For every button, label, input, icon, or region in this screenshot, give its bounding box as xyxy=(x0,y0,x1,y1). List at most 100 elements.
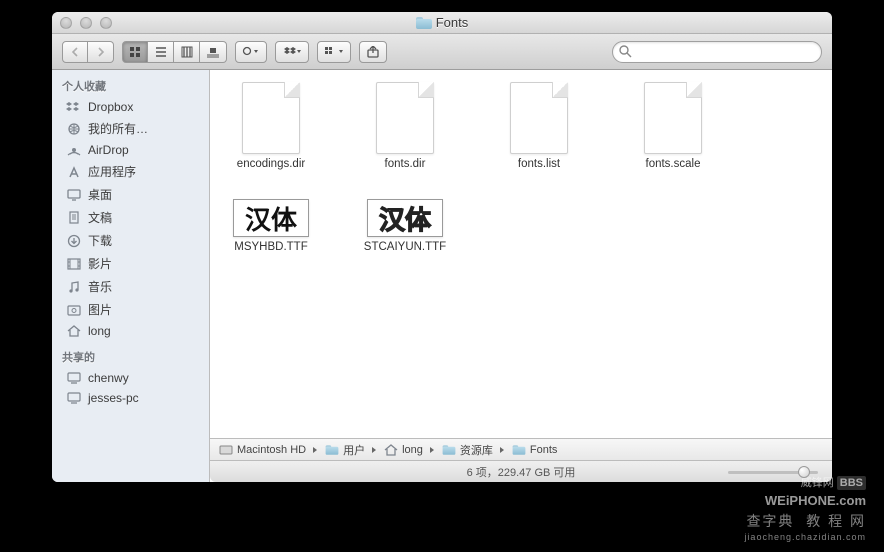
sidebar-item-影片[interactable]: 影片 xyxy=(52,252,209,275)
chevron-right-icon xyxy=(311,446,319,454)
sidebar-item-我的所有…[interactable]: 我的所有… xyxy=(52,117,209,140)
search-icon xyxy=(619,45,632,58)
sidebar-item-label: 应用程序 xyxy=(88,163,136,180)
sidebar-item-label: 音乐 xyxy=(88,278,112,295)
window-title: Fonts xyxy=(416,15,469,30)
breadcrumb-item[interactable]: 资源库 xyxy=(441,442,493,458)
file-grid[interactable]: encodings.dir fonts.dir fonts.list fonts.sc… xyxy=(210,70,832,438)
icon-view-button[interactable] xyxy=(122,41,148,63)
breadcrumb-label: 用户 xyxy=(343,442,365,458)
breadcrumb-label: Macintosh HD xyxy=(237,444,306,456)
sidebar-item-airdrop[interactable]: AirDrop xyxy=(52,140,209,160)
file-item[interactable]: 汉体 STCAIYUN.TTF xyxy=(360,199,450,254)
file-label: fonts.list xyxy=(518,158,560,171)
sidebar-header-favorites: 个人收藏 xyxy=(52,70,209,97)
sidebar-item-应用程序[interactable]: 应用程序 xyxy=(52,160,209,183)
file-label: fonts.dir xyxy=(385,158,426,171)
coverflow-view-button[interactable] xyxy=(200,41,227,63)
column-view-button[interactable] xyxy=(174,41,200,63)
sidebar-header-shared: 共享的 xyxy=(52,341,209,368)
sidebar-item-label: chenwy xyxy=(88,371,129,385)
home-icon xyxy=(66,324,82,338)
file-item[interactable]: fonts.list xyxy=(494,82,584,171)
file-label: MSYHBD.TTF xyxy=(234,241,307,254)
folder-icon xyxy=(416,17,432,29)
watermark-weifeng: 威锋网 BBS WEiPHONE.com xyxy=(765,476,866,510)
sidebar-item-label: 文稿 xyxy=(88,209,112,226)
breadcrumb-item[interactable]: Fonts xyxy=(511,443,558,457)
file-item[interactable]: fonts.scale xyxy=(628,82,718,171)
sidebar-item-label: 图片 xyxy=(88,301,112,318)
movies-icon xyxy=(66,257,82,271)
docs-icon xyxy=(66,211,82,225)
sidebar-item-音乐[interactable]: 音乐 xyxy=(52,275,209,298)
finder-window: Fonts 个人收藏 Dropbox 我的所有… AirDrop 应用程序桌面文稿下载… xyxy=(52,12,832,482)
document-icon xyxy=(510,82,568,154)
font-icon: 汉体 xyxy=(367,199,443,237)
back-button[interactable] xyxy=(62,41,88,63)
download-icon xyxy=(66,234,82,248)
document-icon xyxy=(376,82,434,154)
nav-buttons xyxy=(62,41,114,63)
minimize-button[interactable] xyxy=(80,17,92,29)
pc-icon xyxy=(66,371,82,385)
sidebar-item-下载[interactable]: 下载 xyxy=(52,229,209,252)
breadcrumb-item[interactable]: long xyxy=(383,443,423,457)
folder-icon xyxy=(324,443,340,457)
sidebar-item-chenwy[interactable]: chenwy xyxy=(52,368,209,388)
zoom-button[interactable] xyxy=(100,17,112,29)
sidebar-item-桌面[interactable]: 桌面 xyxy=(52,183,209,206)
sidebar-item-label: 下载 xyxy=(88,232,112,249)
breadcrumb-label: long xyxy=(402,444,423,456)
window-title-text: Fonts xyxy=(436,15,469,30)
breadcrumb-label: Fonts xyxy=(530,444,558,456)
music-icon xyxy=(66,280,82,294)
list-view-button[interactable] xyxy=(148,41,174,63)
sidebar-item-jesses-pc[interactable]: jesses-pc xyxy=(52,388,209,408)
airdrop-icon xyxy=(66,143,82,157)
apps-icon xyxy=(66,165,82,179)
file-item[interactable]: encodings.dir xyxy=(226,82,316,171)
sidebar-item-文稿[interactable]: 文稿 xyxy=(52,206,209,229)
home-icon xyxy=(383,443,399,457)
sidebar-item-label: jesses-pc xyxy=(88,391,139,405)
titlebar: Fonts xyxy=(52,12,832,34)
document-icon xyxy=(242,82,300,154)
sidebar-item-label: AirDrop xyxy=(88,143,129,157)
dropbox-menu-button[interactable] xyxy=(275,41,309,63)
arrange-menu-button[interactable] xyxy=(317,41,351,63)
pictures-icon xyxy=(66,303,82,317)
network-icon xyxy=(66,122,82,136)
desktop-icon xyxy=(66,188,82,202)
sidebar-item-label: 影片 xyxy=(88,255,112,272)
close-button[interactable] xyxy=(60,17,72,29)
content-area: encodings.dir fonts.dir fonts.list fonts.sc… xyxy=(210,70,832,482)
forward-button[interactable] xyxy=(88,41,114,63)
sidebar-item-label: 我的所有… xyxy=(88,120,148,137)
sidebar-item-label: long xyxy=(88,324,111,338)
sidebar-item-long[interactable]: long xyxy=(52,321,209,341)
document-icon xyxy=(644,82,702,154)
pc-icon xyxy=(66,391,82,405)
folder-icon xyxy=(511,443,527,457)
file-label: STCAIYUN.TTF xyxy=(364,241,446,254)
font-icon: 汉体 xyxy=(233,199,309,237)
file-item[interactable]: fonts.dir xyxy=(360,82,450,171)
dropbox-icon xyxy=(66,100,82,114)
sidebar-item-图片[interactable]: 图片 xyxy=(52,298,209,321)
sidebar-item-dropbox[interactable]: Dropbox xyxy=(52,97,209,117)
toolbar xyxy=(52,34,832,70)
breadcrumb-item[interactable]: Macintosh HD xyxy=(218,443,306,457)
search-input[interactable] xyxy=(612,41,822,63)
path-bar: Macintosh HD 用户 long 资源库 Fonts xyxy=(210,438,832,460)
folder-icon xyxy=(441,443,457,457)
share-button[interactable] xyxy=(359,41,387,63)
breadcrumb-item[interactable]: 用户 xyxy=(324,442,365,458)
sidebar-item-label: Dropbox xyxy=(88,100,133,114)
file-label: encodings.dir xyxy=(237,158,305,171)
action-menu-button[interactable] xyxy=(235,41,267,63)
watermark-chazidian: 查字典 教 程 网 jiaocheng.chazidian.com xyxy=(744,512,866,544)
sidebar-item-label: 桌面 xyxy=(88,186,112,203)
body: 个人收藏 Dropbox 我的所有… AirDrop 应用程序桌面文稿下载影片音乐图片… xyxy=(52,70,832,482)
file-item[interactable]: 汉体 MSYHBD.TTF xyxy=(226,199,316,254)
